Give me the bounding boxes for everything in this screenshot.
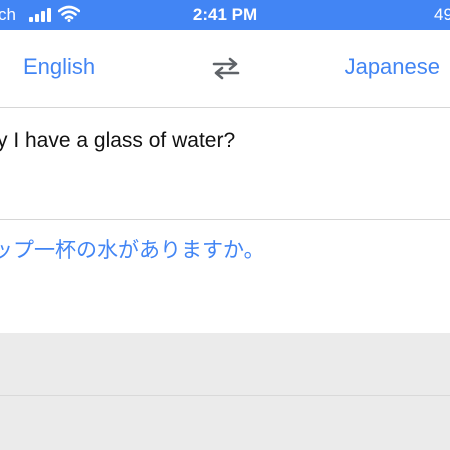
source-text-input[interactable]: y I have a glass of water? xyxy=(0,108,450,220)
translate-screen: ch 2:41 PM 49 English Japanese y I have … xyxy=(0,0,450,450)
status-bar: ch 2:41 PM 49 xyxy=(0,0,450,30)
divider xyxy=(0,395,450,396)
target-language-button[interactable]: Japanese xyxy=(345,52,440,82)
swap-arrows-icon[interactable] xyxy=(211,56,241,80)
language-bar: English Japanese xyxy=(0,30,450,108)
history-area xyxy=(0,333,450,450)
translation-output: ップ一杯の水がありますか。 xyxy=(0,220,450,333)
translated-text: ップ一杯の水がありますか。 xyxy=(0,238,265,262)
status-time: 2:41 PM xyxy=(192,5,258,24)
source-text: y I have a glass of water? xyxy=(0,129,236,152)
source-language-button[interactable]: English xyxy=(23,52,95,82)
battery-percent: 49 xyxy=(434,5,450,24)
